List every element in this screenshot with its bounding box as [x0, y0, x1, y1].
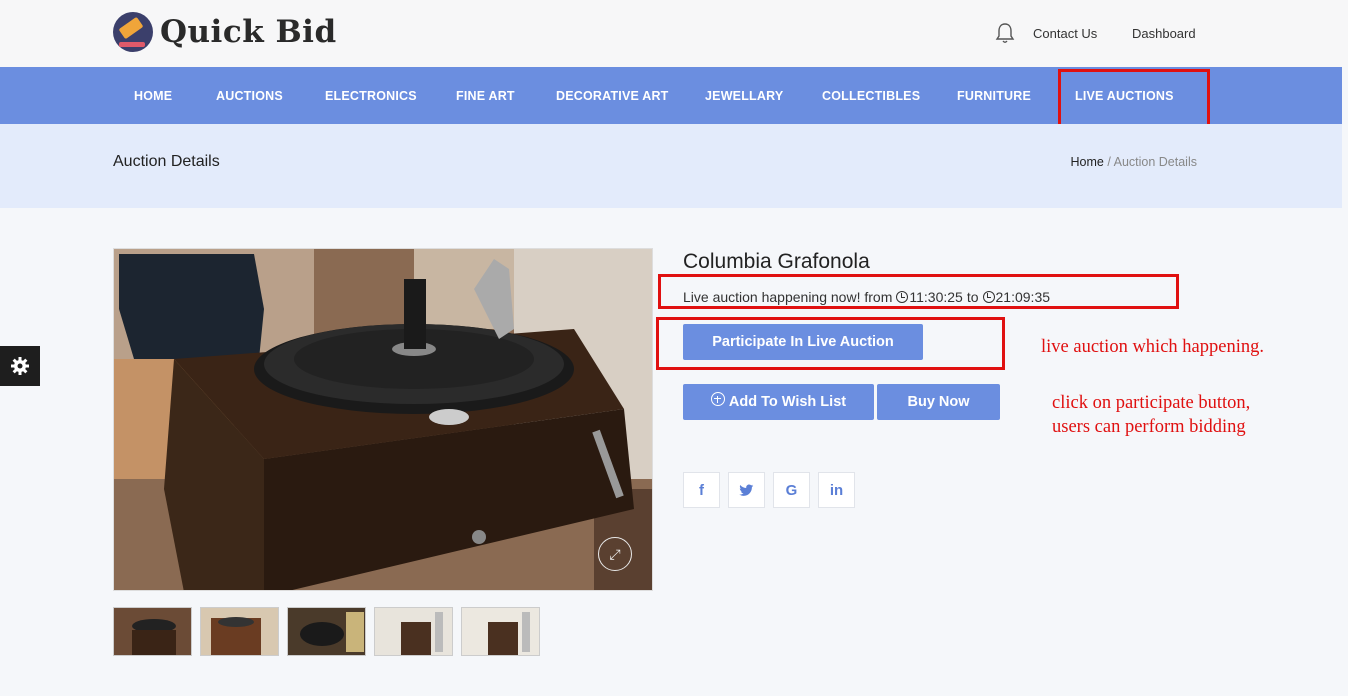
page-title: Auction Details: [113, 153, 220, 170]
nav-auctions[interactable]: AUCTIONS: [216, 89, 283, 103]
thumbnail-2[interactable]: [200, 607, 279, 656]
annotation-participate-note: click on participate button, users can p…: [1052, 391, 1292, 439]
brand-logo[interactable]: Quick Bid: [113, 12, 337, 52]
nav-fine-art[interactable]: FINE ART: [456, 89, 515, 103]
settings-gear-button[interactable]: [0, 346, 40, 386]
linkedin-share-button[interactable]: in: [818, 472, 855, 508]
facebook-share-button[interactable]: f: [683, 472, 720, 508]
nav-jewellary[interactable]: JEWELLARY: [705, 89, 783, 103]
facebook-icon: f: [699, 481, 704, 499]
bell-icon[interactable]: [995, 22, 1015, 44]
nav-collectibles[interactable]: COLLECTIBLES: [822, 89, 920, 103]
thumbnail-1[interactable]: [113, 607, 192, 656]
nav-decorative-art[interactable]: DECORATIVE ART: [556, 89, 669, 103]
twitter-share-button[interactable]: [728, 472, 765, 508]
add-to-wishlist-button[interactable]: Add To Wish List: [683, 384, 874, 420]
brand-name: Quick Bid: [160, 14, 337, 50]
nav-electronics[interactable]: ELECTRONICS: [325, 89, 417, 103]
google-share-button[interactable]: G: [773, 472, 810, 508]
wishlist-label: Add To Wish List: [728, 394, 847, 410]
top-header: Quick Bid Contact Us Dashboard: [0, 0, 1348, 67]
gramophone-illustration: [114, 249, 652, 590]
google-icon: G: [785, 481, 798, 499]
breadcrumb: Home / Auction Details: [1071, 155, 1197, 169]
annotation-line-2: users can perform bidding: [1052, 417, 1246, 437]
zoom-expand-icon[interactable]: ⤢: [598, 537, 632, 571]
live-status-highlight-box: [658, 274, 1179, 309]
nav-furniture[interactable]: FURNITURE: [957, 89, 1031, 103]
thumbnail-3[interactable]: [287, 607, 366, 656]
buy-now-button[interactable]: Buy Now: [877, 384, 1000, 420]
product-main-image[interactable]: ⤢: [113, 248, 653, 591]
breadcrumb-current: / Auction Details: [1107, 155, 1197, 169]
dashboard-link[interactable]: Dashboard: [1132, 26, 1196, 41]
plus-circle-icon: [710, 392, 725, 406]
product-title: Columbia Grafonola: [683, 250, 870, 273]
nav-home[interactable]: HOME: [134, 89, 172, 103]
contact-us-link[interactable]: Contact Us: [1033, 26, 1097, 41]
annotation-line-1: click on participate button,: [1052, 393, 1251, 413]
breadcrumb-home-link[interactable]: Home: [1071, 155, 1104, 169]
gear-icon: [11, 357, 29, 375]
twitter-icon: [739, 483, 754, 496]
gavel-logo-icon: [113, 12, 153, 52]
thumbnail-4[interactable]: [374, 607, 453, 656]
thumbnail-strip: [113, 607, 540, 656]
thumbnail-5[interactable]: [461, 607, 540, 656]
linkedin-icon: in: [829, 481, 844, 499]
participate-highlight-box: [656, 317, 1005, 370]
annotation-live-auction-note: live auction which happening.: [1041, 337, 1264, 357]
live-auctions-highlight-box: [1058, 69, 1210, 127]
